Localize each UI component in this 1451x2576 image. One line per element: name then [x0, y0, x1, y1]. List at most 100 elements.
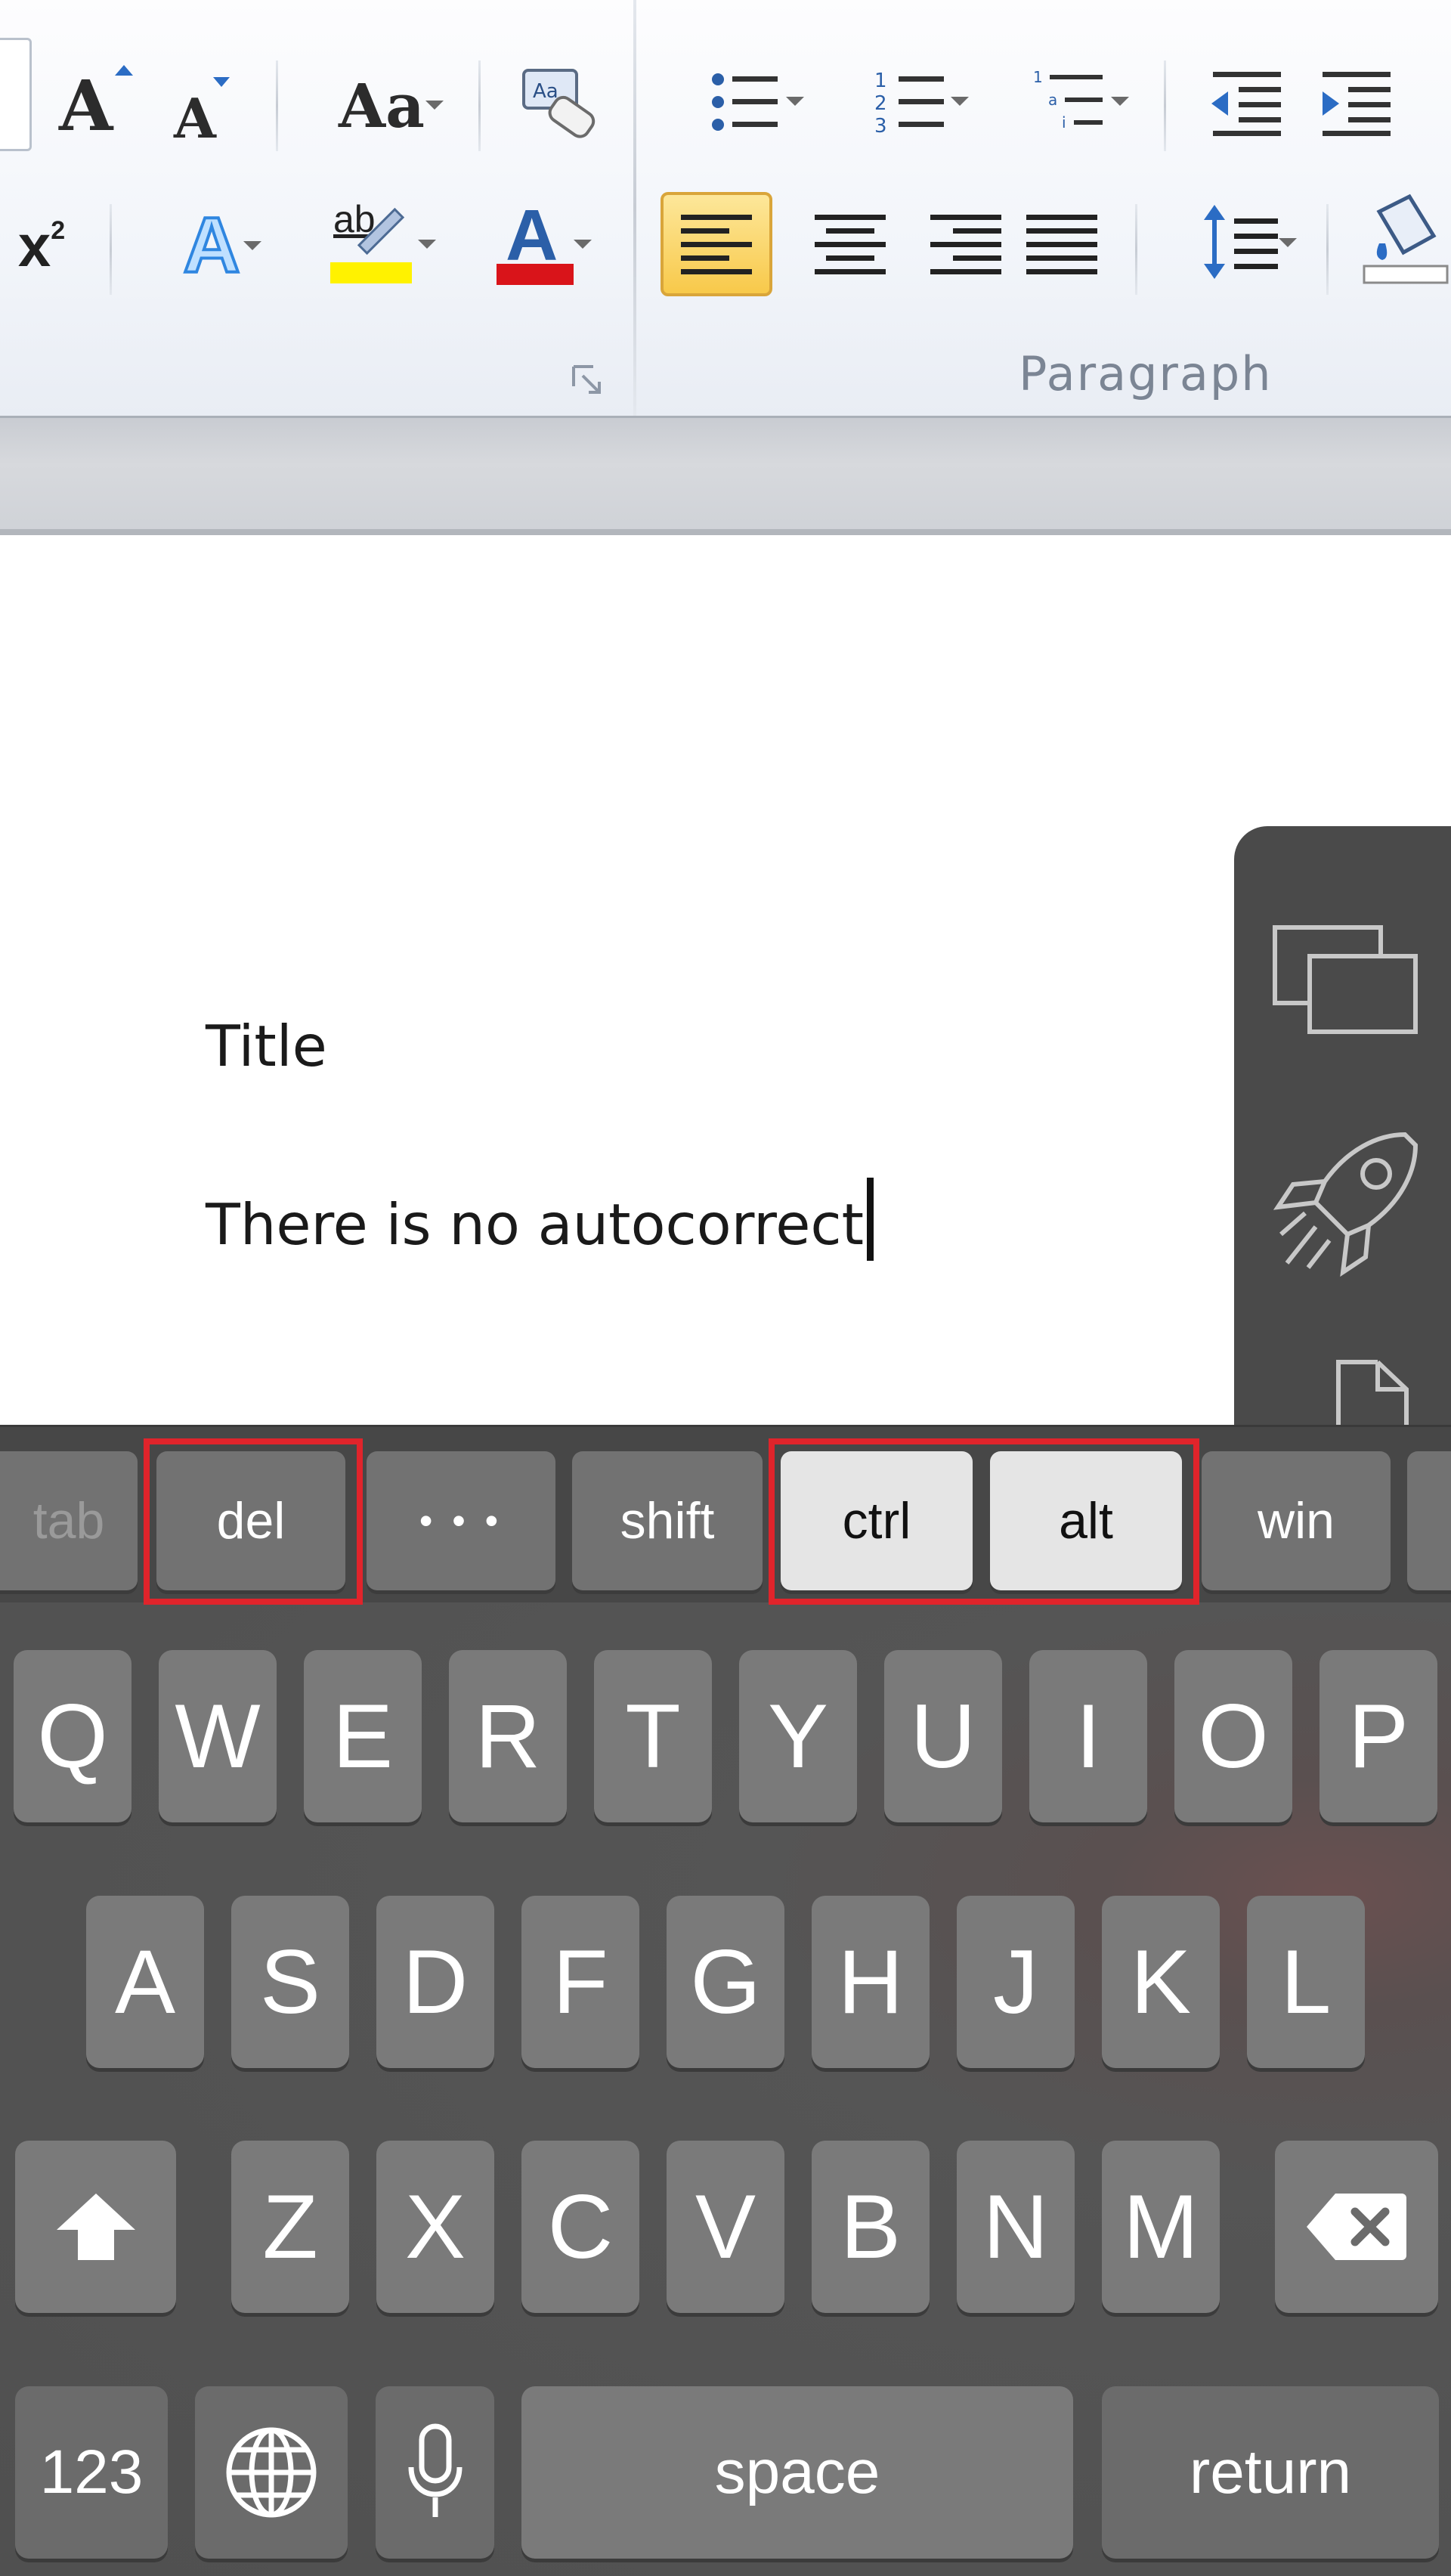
- align-center-icon: [815, 215, 886, 274]
- shrink-font-button[interactable]: A: [166, 68, 234, 151]
- align-center-button[interactable]: [794, 192, 907, 296]
- text-effects-icon: A: [181, 200, 241, 291]
- key-q[interactable]: Q: [14, 1650, 131, 1822]
- on-screen-keyboard: tab del • • • shift ctrl alt win 123 spa…: [0, 1425, 1451, 2576]
- chevron-down-icon: [243, 241, 261, 250]
- ribbon-separator: [1135, 204, 1137, 295]
- bullets-icon: [712, 73, 778, 131]
- svg-text:1: 1: [1033, 68, 1043, 86]
- shrink-font-icon: A: [166, 68, 234, 151]
- ribbon: A A Aa Aa 1 2 3 1 a i x 2 A ab A Paragra…: [0, 0, 1451, 416]
- grow-font-button[interactable]: A: [53, 60, 136, 151]
- key-z[interactable]: Z: [231, 2141, 349, 2313]
- tab-key[interactable]: tab: [0, 1451, 138, 1590]
- ctrl-alt-highlight: [769, 1438, 1199, 1605]
- superscript-button[interactable]: x 2: [0, 204, 83, 287]
- key-v[interactable]: V: [667, 2141, 784, 2313]
- key-r[interactable]: R: [449, 1650, 567, 1822]
- key-m[interactable]: M: [1102, 2141, 1220, 2313]
- key-s[interactable]: S: [231, 1896, 349, 2068]
- key-p[interactable]: P: [1320, 1650, 1437, 1822]
- key-j[interactable]: J: [957, 1896, 1075, 2068]
- justify-icon: [1026, 215, 1097, 274]
- chevron-down-icon: [574, 240, 592, 249]
- chevron-down-icon: [1279, 238, 1297, 247]
- document-title-line[interactable]: Title: [206, 1013, 327, 1079]
- multilevel-list-button[interactable]: 1 a i: [1005, 60, 1141, 144]
- font-dialog-launcher[interactable]: [568, 361, 606, 399]
- clear-formatting-icon: Aa: [522, 69, 596, 138]
- svg-text:1: 1: [874, 70, 887, 92]
- grow-font-icon: A: [53, 60, 136, 151]
- switch-window-button[interactable]: [1272, 924, 1423, 1042]
- key-a[interactable]: A: [86, 1896, 204, 2068]
- numbers-key[interactable]: 123: [15, 2386, 168, 2559]
- font-color-icon: A: [495, 193, 578, 291]
- bullets-button[interactable]: [680, 60, 816, 144]
- font-color-button[interactable]: A: [465, 193, 608, 291]
- rocket-icon: [1273, 1132, 1419, 1277]
- increase-indent-button[interactable]: [1311, 60, 1402, 144]
- shift-key[interactable]: [15, 2141, 176, 2313]
- chevron-down-icon: [786, 97, 804, 106]
- font-size-dropdown[interactable]: [0, 38, 32, 151]
- line-spacing-icon: [1204, 205, 1278, 279]
- key-l[interactable]: L: [1247, 1896, 1365, 2068]
- key-n[interactable]: N: [957, 2141, 1075, 2313]
- return-key[interactable]: return: [1102, 2386, 1439, 2559]
- key-i[interactable]: I: [1029, 1650, 1147, 1822]
- space-key[interactable]: space: [521, 2386, 1073, 2559]
- shift-modifier-key[interactable]: shift: [572, 1451, 763, 1590]
- line-spacing-button[interactable]: [1171, 193, 1307, 291]
- key-h[interactable]: H: [812, 1896, 930, 2068]
- globe-key[interactable]: [195, 2386, 348, 2559]
- key-w[interactable]: W: [159, 1650, 277, 1822]
- text-highlight-button[interactable]: ab: [299, 193, 450, 291]
- more-keys-key[interactable]: • • •: [367, 1451, 555, 1590]
- dictation-key[interactable]: [376, 2386, 494, 2559]
- backspace-key[interactable]: [1275, 2141, 1438, 2313]
- text-highlight-icon: ab: [329, 193, 419, 291]
- justify-button[interactable]: [1005, 192, 1118, 296]
- decrease-indent-button[interactable]: [1202, 60, 1292, 144]
- document-body-line[interactable]: There is no autocorrect: [206, 1178, 874, 1261]
- chevron-down-icon: [425, 101, 444, 110]
- chevron-down-icon: [951, 97, 969, 106]
- key-u[interactable]: U: [884, 1650, 1002, 1822]
- key-e[interactable]: E: [304, 1650, 422, 1822]
- modifier-key-row: tab del • • • shift ctrl alt win: [0, 1425, 1451, 1605]
- key-y[interactable]: Y: [739, 1650, 857, 1822]
- key-d[interactable]: D: [376, 1896, 494, 2068]
- del-key-highlight: [144, 1438, 363, 1605]
- paragraph-group-label: Paragraph: [1019, 346, 1273, 401]
- numbering-icon: 1 2 3: [874, 70, 944, 138]
- text-caret: [867, 1178, 874, 1261]
- chevron-down-icon: [1111, 97, 1129, 106]
- key-f[interactable]: F: [521, 1896, 639, 2068]
- dialog-launcher-icon: [572, 365, 601, 394]
- numbering-button[interactable]: 1 2 3: [846, 60, 982, 144]
- shading-button[interactable]: [1360, 193, 1451, 291]
- key-b[interactable]: B: [812, 2141, 930, 2313]
- launch-button[interactable]: [1272, 1129, 1423, 1283]
- key-c[interactable]: C: [521, 2141, 639, 2313]
- windows-icon: [1273, 925, 1418, 1034]
- next-modifier-key[interactable]: [1407, 1451, 1451, 1590]
- document-page[interactable]: Title There is no autocorrect: [0, 535, 1451, 1427]
- multilevel-list-icon: 1 a i: [1033, 68, 1103, 132]
- svg-text:2: 2: [874, 92, 887, 115]
- ribbon-footer-bar: [0, 416, 1451, 534]
- change-case-button[interactable]: Aa: [314, 64, 450, 147]
- key-t[interactable]: T: [594, 1650, 712, 1822]
- key-k[interactable]: K: [1102, 1896, 1220, 2068]
- align-left-button[interactable]: [661, 192, 772, 296]
- key-x[interactable]: X: [376, 2141, 494, 2313]
- svg-text:i: i: [1062, 113, 1066, 132]
- key-o[interactable]: O: [1174, 1650, 1292, 1822]
- key-g[interactable]: G: [667, 1896, 784, 2068]
- ribbon-divider: [0, 529, 1451, 535]
- win-key[interactable]: win: [1202, 1451, 1391, 1590]
- text-effects-button[interactable]: A: [144, 200, 280, 291]
- globe-icon: [226, 2427, 317, 2518]
- clear-formatting-button[interactable]: Aa: [514, 60, 605, 151]
